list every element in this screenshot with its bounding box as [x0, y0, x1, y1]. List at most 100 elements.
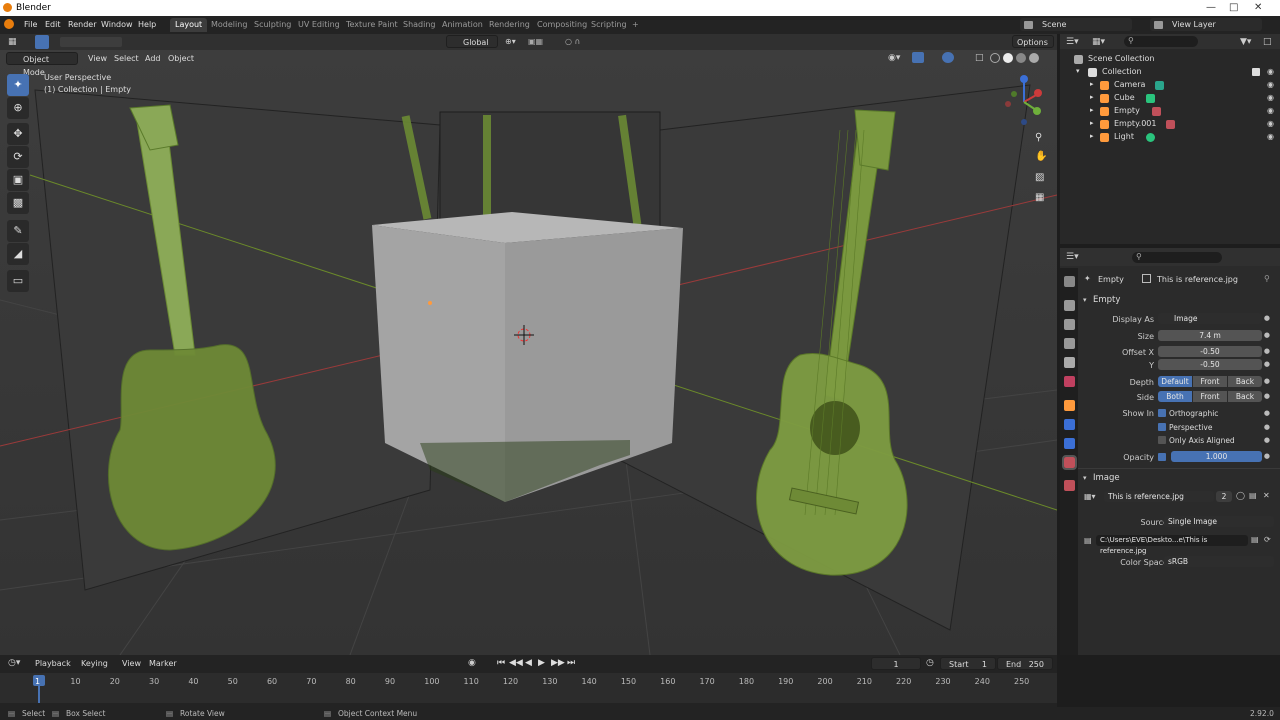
scale-tool[interactable]: ▣: [7, 169, 29, 191]
snap-icon[interactable]: ▣▦: [528, 37, 558, 47]
pan-hand-icon[interactable]: ✋: [1035, 151, 1047, 162]
jump-keyframe-back-icon[interactable]: ◀◀: [509, 658, 523, 668]
timeline-menu-view[interactable]: View: [122, 659, 141, 668]
select-box-tool[interactable]: ✦: [7, 74, 29, 96]
viewport-menu-view[interactable]: View: [88, 54, 107, 63]
image-name-field[interactable]: This is reference.jpg: [1104, 491, 1214, 502]
tab-layout[interactable]: Layout: [170, 18, 208, 32]
outliner-item-empty[interactable]: ▸ Empty ◉: [1060, 105, 1280, 118]
measure-tool[interactable]: ◢: [7, 243, 29, 265]
tab-uv-editing[interactable]: UV Editing: [293, 18, 345, 32]
animate-dot-icon[interactable]: ●: [1264, 377, 1270, 385]
end-frame-field[interactable]: End 250: [997, 657, 1053, 670]
depth-default-button[interactable]: Default: [1158, 376, 1192, 387]
menu-file[interactable]: File: [24, 20, 37, 29]
play-reverse-icon[interactable]: ◀: [525, 658, 532, 668]
overlay-toggle-icon[interactable]: [942, 52, 954, 63]
add-workspace-button[interactable]: +: [627, 18, 644, 32]
side-front-button[interactable]: Front: [1193, 391, 1227, 402]
side-back-button[interactable]: Back: [1228, 391, 1262, 402]
selection-mode-icon[interactable]: [60, 37, 122, 47]
animate-dot-icon[interactable]: ●: [1264, 436, 1270, 444]
new-collection-icon[interactable]: □: [1263, 37, 1272, 47]
expand-arrow-icon[interactable]: ▾: [1076, 67, 1080, 75]
side-both-button[interactable]: Both: [1158, 391, 1192, 402]
tab-tool[interactable]: [1064, 276, 1075, 287]
expand-arrow-icon[interactable]: ▸: [1090, 132, 1094, 140]
transform-tool[interactable]: ▩: [7, 192, 29, 214]
animate-dot-icon[interactable]: ●: [1264, 423, 1270, 431]
minimize-icon[interactable]: —: [1206, 2, 1216, 13]
jump-end-icon[interactable]: ⏭: [567, 658, 575, 668]
tab-scripting[interactable]: Scripting: [586, 18, 632, 32]
axis-aligned-checkbox[interactable]: [1158, 436, 1166, 444]
tab-view-layer[interactable]: [1064, 338, 1075, 349]
animate-dot-icon[interactable]: ●: [1264, 360, 1270, 368]
panel-collapse-icon[interactable]: ▾: [1083, 474, 1087, 482]
tab-object[interactable]: [1064, 400, 1075, 411]
expand-arrow-icon[interactable]: ▸: [1090, 93, 1094, 101]
transform-orientation-dropdown[interactable]: Global: [446, 35, 498, 48]
tab-sculpting[interactable]: Sculpting: [249, 18, 296, 32]
image-users-count[interactable]: 2: [1216, 491, 1232, 502]
animate-dot-icon[interactable]: ●: [1264, 347, 1270, 355]
tab-rendering[interactable]: Rendering: [484, 18, 535, 32]
filter-icon[interactable]: ▼▾: [1240, 37, 1251, 47]
xray-icon[interactable]: □: [975, 53, 984, 63]
menu-window[interactable]: Window: [101, 20, 133, 29]
timeline-menu-keying[interactable]: Keying: [81, 659, 108, 668]
mode-dropdown[interactable]: Object Mode: [6, 52, 78, 77]
tab-compositing[interactable]: Compositing: [532, 18, 592, 32]
blender-menu-icon[interactable]: [4, 19, 14, 29]
timeline-editor-icon[interactable]: ◷▾: [8, 658, 20, 668]
display-as-dropdown[interactable]: Image: [1158, 313, 1262, 324]
options-dropdown[interactable]: Options: [1012, 35, 1054, 48]
expand-arrow-icon[interactable]: ▸: [1090, 80, 1094, 88]
offset-y-field[interactable]: -0.50: [1158, 359, 1262, 370]
display-mode-icon[interactable]: ▦▾: [1092, 37, 1105, 47]
maximize-icon[interactable]: □: [1229, 2, 1238, 13]
current-frame-field[interactable]: 1: [871, 657, 921, 670]
record-icon[interactable]: ◉: [468, 658, 476, 668]
collection-checkbox[interactable]: [1252, 68, 1260, 76]
tab-texture[interactable]: [1064, 480, 1075, 491]
start-frame-field[interactable]: Start 1: [940, 657, 996, 670]
editor-type-icon[interactable]: ▦: [8, 37, 22, 47]
image-browse-icon[interactable]: ▦▾: [1084, 492, 1100, 503]
tab-object-data[interactable]: [1062, 455, 1077, 470]
depth-back-button[interactable]: Back: [1228, 376, 1262, 387]
shading-material-icon[interactable]: [1016, 53, 1026, 63]
camera-view-icon[interactable]: ▨: [1035, 172, 1044, 183]
animate-dot-icon[interactable]: ●: [1264, 409, 1270, 417]
tab-output[interactable]: [1064, 319, 1075, 330]
unlink-icon[interactable]: ✕: [1263, 491, 1270, 500]
add-cube-tool[interactable]: ▭: [7, 270, 29, 292]
gizmo-toggle-icon[interactable]: [912, 52, 924, 63]
reload-icon[interactable]: ⟳: [1264, 535, 1271, 544]
perspective-toggle-icon[interactable]: ▦: [1035, 192, 1044, 203]
empty-panel-title[interactable]: Empty: [1093, 295, 1120, 305]
shading-wireframe-icon[interactable]: [990, 53, 1000, 63]
menu-help[interactable]: Help: [138, 20, 156, 29]
fake-user-icon[interactable]: ◯: [1236, 491, 1245, 500]
panel-collapse-icon[interactable]: ▾: [1083, 296, 1087, 304]
visibility-icon[interactable]: ◉▾: [888, 53, 900, 63]
opacity-checkbox[interactable]: [1158, 453, 1166, 461]
eye-icon[interactable]: ◉: [1267, 132, 1274, 141]
move-tool[interactable]: ✥: [7, 123, 29, 145]
tab-texture-paint[interactable]: Texture Paint: [341, 18, 403, 32]
zoom-icon[interactable]: ⚲: [1035, 132, 1042, 143]
play-icon[interactable]: ▶: [538, 658, 545, 668]
pin-icon[interactable]: ⚲: [1264, 274, 1270, 283]
navigation-gizmo[interactable]: [1000, 74, 1050, 129]
eye-icon[interactable]: ◉: [1267, 93, 1274, 102]
preview-range-icon[interactable]: ◷: [926, 658, 934, 668]
close-icon[interactable]: ✕: [1254, 2, 1262, 13]
properties-search-input[interactable]: [1132, 252, 1222, 263]
filepath-field[interactable]: C:\Users\EVE\Deskto...e\This is referenc…: [1096, 535, 1248, 555]
depth-front-button[interactable]: Front: [1193, 376, 1227, 387]
size-field[interactable]: 7.4 m: [1158, 330, 1262, 341]
viewport-menu-add[interactable]: Add: [145, 54, 161, 63]
outliner-item-cube[interactable]: ▸ Cube ◉: [1060, 92, 1280, 105]
animate-dot-icon[interactable]: ●: [1264, 392, 1270, 400]
